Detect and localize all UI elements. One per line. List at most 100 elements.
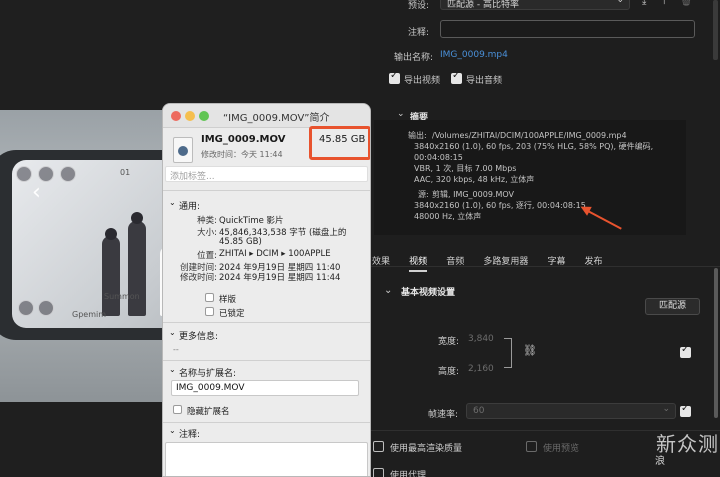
frame-rate-value: 60 [473,406,485,416]
basic-video-settings-label: 基本视频设置 [401,288,456,298]
tags-input[interactable]: 添加标签... [165,166,368,182]
frame-rate-select[interactable]: 60 ⌄ [466,403,676,419]
comments-input[interactable] [165,442,368,476]
chevron-down-icon[interactable]: ⌄ [397,109,405,119]
section-divider [163,322,370,323]
section-divider [163,360,370,361]
width-height-checkbox[interactable] [680,344,691,358]
size-highlight-box [309,126,370,160]
preset-label: 预设: [408,1,430,11]
max-render-label: 使用最高渲染质量 [390,444,463,454]
zoom-button[interactable] [199,111,209,121]
comments-label: 注释: [179,430,201,440]
output-name-link[interactable]: IMG_0009.mp4 [440,50,508,60]
use-preview-checkbox[interactable] [526,441,537,452]
max-render-checkbox[interactable] [373,441,384,452]
chevron-down-icon[interactable]: ⌄ [169,198,176,207]
name-value: IMG_0009.MOV [176,383,245,393]
export-video-label: 导出视频 [404,76,441,86]
locked-checkbox[interactable] [205,307,214,316]
source-line: 48000 Hz, 立体声 [414,212,482,221]
game-ui-icon [38,300,54,316]
window-titlebar: “IMG_0009.MOV”简介 [163,104,370,128]
frame-rate-label: 帧速率: [428,410,459,420]
scrollbar[interactable] [713,0,718,60]
tab-video[interactable]: 视频 [409,257,428,272]
modified-key: 修改时间: [180,273,217,283]
chevron-down-icon: ⌄ [662,404,670,414]
quicktime-file-icon [173,137,193,163]
kind-value: QuickTime 影片 [219,216,284,226]
output-name-label: 输出名称: [394,53,434,63]
export-audio-label: 导出音频 [466,76,503,86]
get-info-window: “IMG_0009.MOV”简介 IMG_0009.MOV 修改时间：今天 11… [162,103,371,477]
file-name: IMG_0009.MOV [201,134,286,145]
source-line: 剪辑, IMG_0009.MOV [432,190,514,199]
character-head [105,228,117,240]
height-value[interactable]: 2,160 [468,364,494,374]
close-button[interactable] [171,111,181,121]
watermark-text: 新众测 [656,432,719,456]
phone-screen-text: Gpemim [72,310,107,319]
comment-label: 注释: [408,28,430,38]
aspect-bracket [504,338,512,368]
size-value-cont: 45.85 GB) [219,237,262,247]
name-input[interactable]: IMG_0009.MOV [171,380,359,396]
source-prefix: 源: [418,190,429,199]
watermark-small: 浪 [655,456,665,467]
where-key: 位置: [197,251,217,261]
more-info-value: -- [173,345,179,354]
modified-value: 2024 年9月19日 星期四 11:44 [219,273,341,283]
preset-value: 匹配源 - 高比特率 [447,0,519,10]
output-line: AAC, 320 kbps, 48 kHz, 立体声 [414,175,535,184]
locked-label: 已锁定 [219,309,245,319]
export-video-checkbox[interactable] [389,70,400,84]
import-preset-icon[interactable]: ⤒ [662,0,666,7]
game-ui-icon [16,166,32,182]
match-source-button[interactable]: 匹配源 [645,298,700,315]
hide-ext-label: 隐藏扩展名 [187,407,230,417]
chevron-left-icon: ‹ [32,180,41,205]
preset-select[interactable]: 匹配源 - 高比特率 ⌄ [440,0,630,10]
scrollbar[interactable] [714,268,718,418]
width-value[interactable]: 3,840 [468,334,494,344]
character-head [131,212,143,224]
link-icon[interactable]: ⛓ [523,344,537,357]
tags-placeholder: 添加标签... [170,172,215,182]
general-label: 通用: [179,202,201,212]
output-prefix: 输出: [408,131,427,140]
tabs-divider [360,266,720,267]
size-key: 大小: [197,228,217,238]
output-summary: /Volumes/ZHITAI/DCIM/100APPLE/IMG_0009.m… [414,130,686,185]
game-ui-icon [60,166,76,182]
section-divider [163,190,370,191]
export-audio-checkbox[interactable] [451,70,462,84]
output-line: /Volumes/ZHITAI/DCIM/100APPLE/IMG_0009.m… [432,131,627,140]
chevron-down-icon[interactable]: ⌄ [169,365,176,374]
summary-box: 输出: /Volumes/ZHITAI/DCIM/100APPLE/IMG_00… [374,120,686,235]
minimize-button[interactable] [185,111,195,121]
comment-input[interactable] [440,20,695,38]
output-line: 3840x2160 (1.0), 60 fps, 203 (75% HLG, 5… [414,142,654,162]
frame-rate-checkbox[interactable] [680,403,691,417]
delete-preset-icon[interactable]: 🗑 [680,0,693,7]
window-title: “IMG_0009.MOV”简介 [223,113,330,124]
where-value: ZHITAI ▸ DCIM ▸ 100APPLE [219,249,331,259]
chevron-down-icon: ⌄ [616,0,624,5]
more-info-label: 更多信息: [179,332,219,342]
stationery-checkbox[interactable] [205,293,214,302]
use-preview-label: 使用预览 [543,444,580,454]
chevron-down-icon[interactable]: ⌄ [384,285,392,296]
stationery-label: 样版 [219,295,237,305]
character-figure [102,236,120,316]
phone-screen-text: 01 [120,168,131,177]
hide-ext-checkbox[interactable] [173,405,182,414]
output-line: VBR, 1 次, 目标 7.00 Mbps [414,164,517,173]
use-proxy-checkbox[interactable] [373,468,384,477]
chevron-down-icon[interactable]: ⌄ [169,426,176,435]
chevron-down-icon[interactable]: ⌄ [169,328,176,337]
modified-short: 修改时间：今天 11:44 [201,150,283,159]
save-preset-icon[interactable]: ⤓ [642,0,646,7]
phone-screen-text: Summon [104,292,140,301]
source-line: 3840x2160 (1.0), 60 fps, 逐行, 00:04:08:15 [414,201,586,210]
